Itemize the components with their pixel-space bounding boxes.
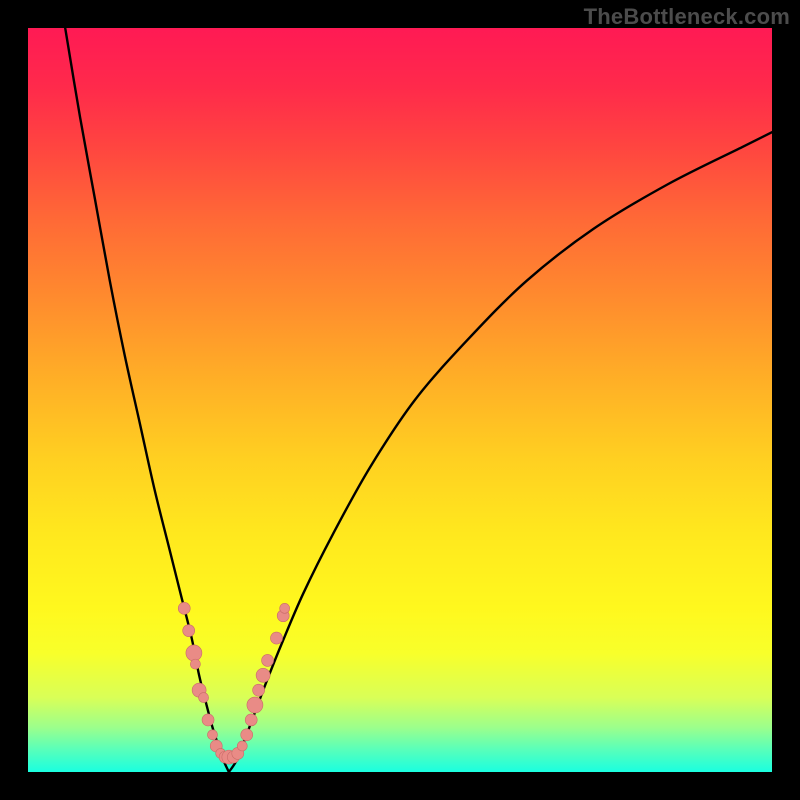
highlight-dot — [262, 654, 274, 666]
highlight-dot — [178, 602, 190, 614]
highlight-dot — [237, 741, 247, 751]
highlight-dot — [190, 659, 200, 669]
highlight-dot — [202, 714, 214, 726]
curve-right-branch — [229, 132, 772, 772]
chart-overlay — [28, 28, 772, 772]
plot-area — [28, 28, 772, 772]
highlight-dot — [199, 693, 209, 703]
highlight-dot — [183, 625, 195, 637]
highlight-dots — [178, 602, 289, 764]
curve-left-branch — [65, 28, 229, 772]
highlight-dot — [247, 697, 263, 713]
highlight-dot — [245, 714, 257, 726]
highlight-dot — [186, 645, 202, 661]
highlight-dot — [270, 632, 282, 644]
highlight-dot — [280, 603, 290, 613]
highlight-dot — [253, 684, 265, 696]
highlight-dot — [208, 730, 218, 740]
highlight-dot — [241, 729, 253, 741]
watermark-text: TheBottleneck.com — [584, 4, 790, 30]
highlight-dot — [256, 668, 270, 682]
chart-frame: TheBottleneck.com — [0, 0, 800, 800]
